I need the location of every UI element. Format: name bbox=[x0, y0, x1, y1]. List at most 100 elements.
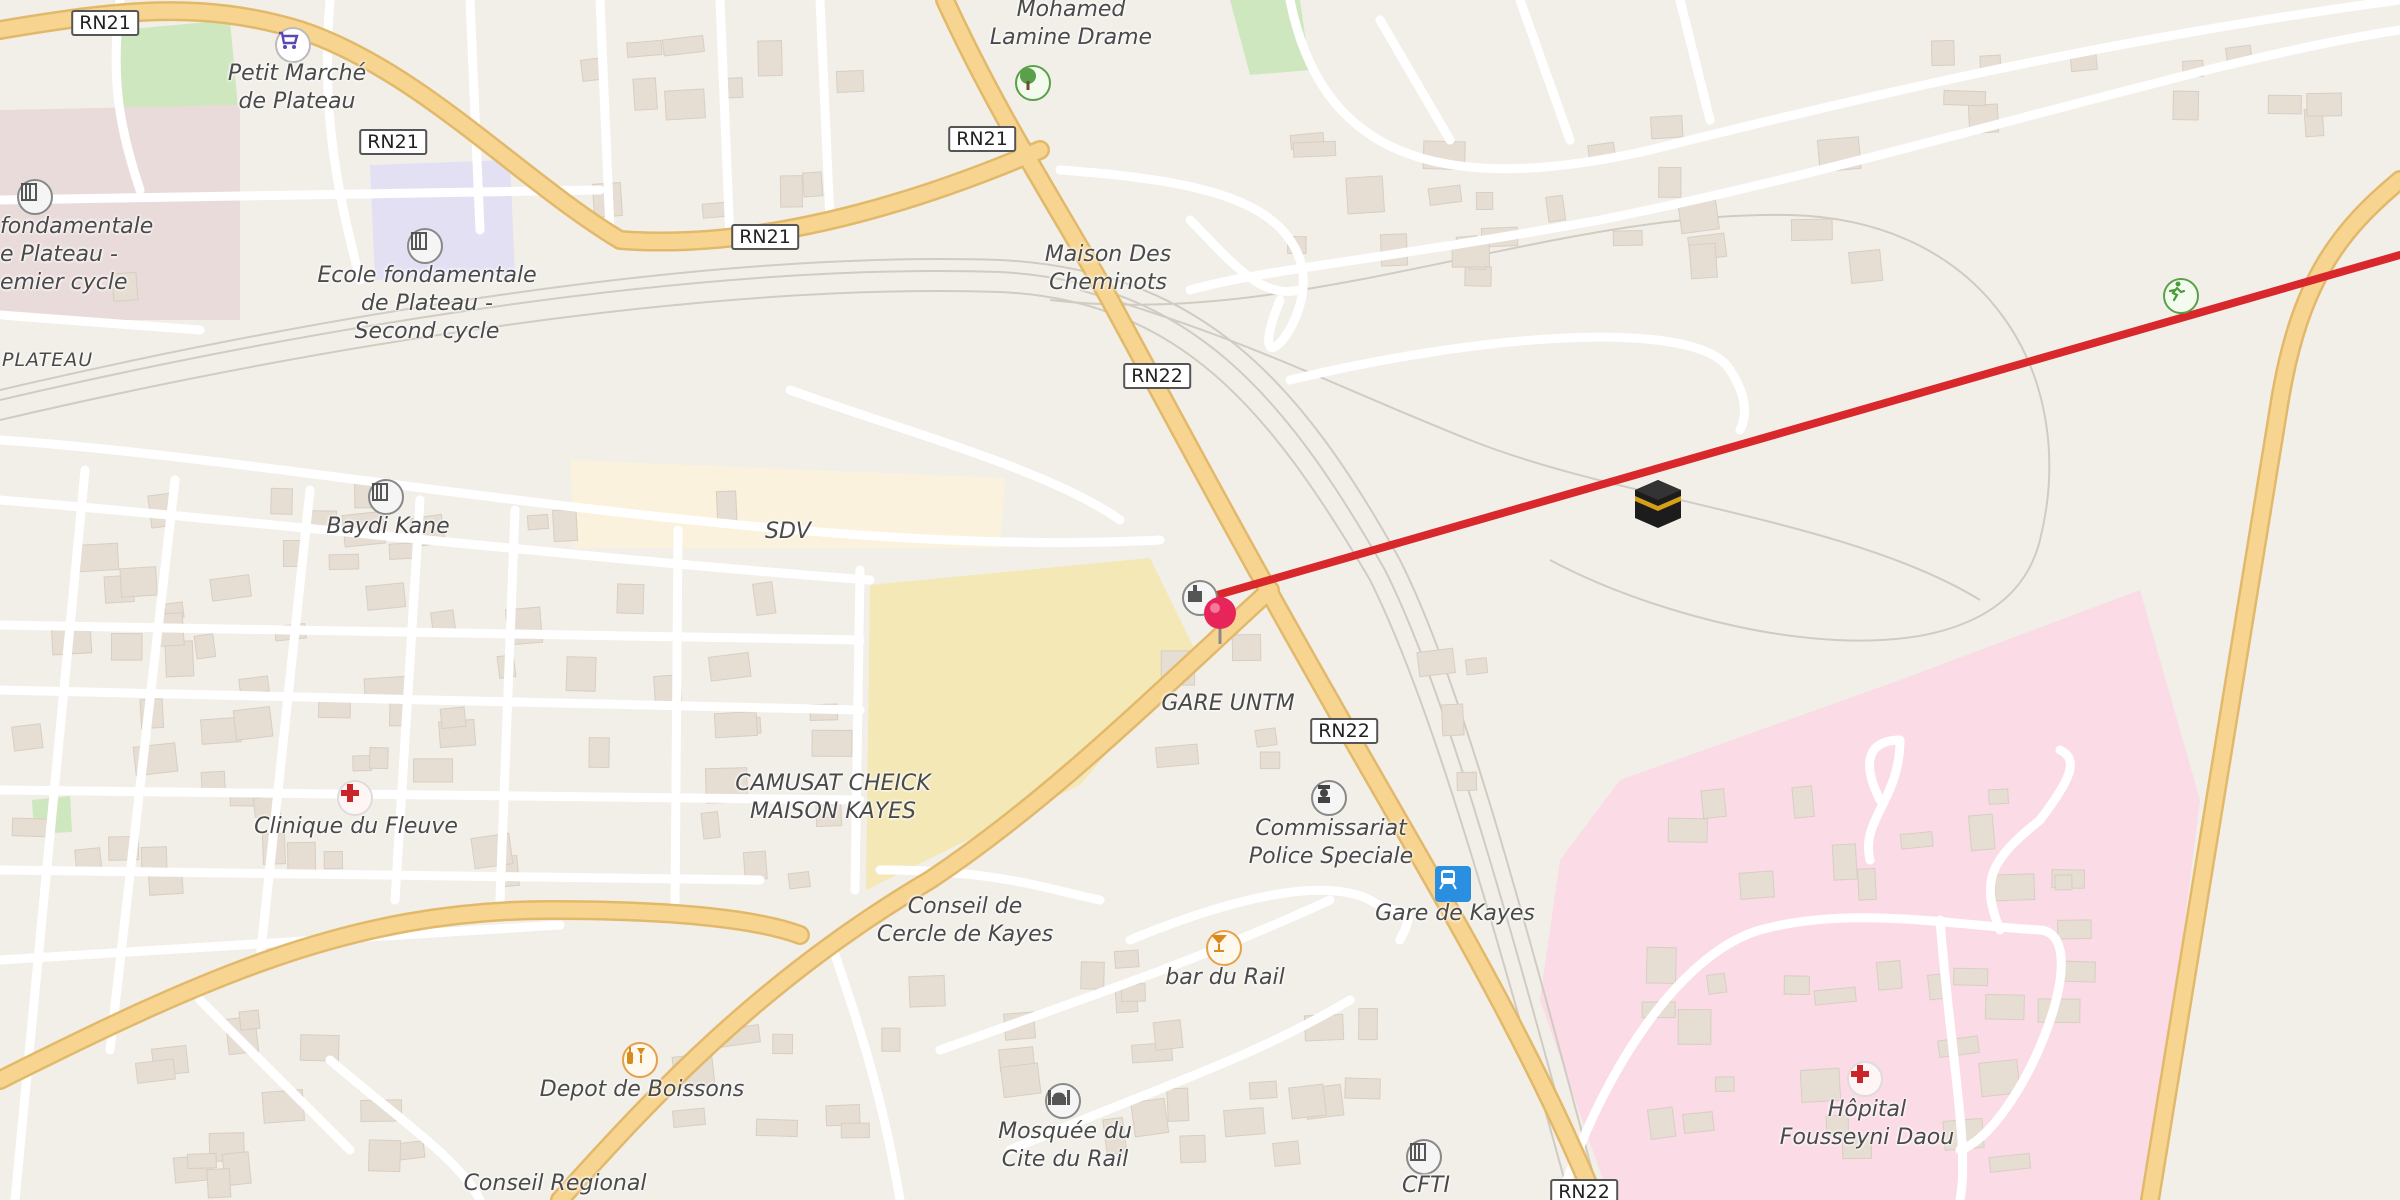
building bbox=[1658, 166, 1682, 198]
building bbox=[787, 870, 811, 890]
road-shield-rn21: RN21 bbox=[359, 129, 427, 155]
building bbox=[707, 651, 752, 682]
building bbox=[881, 1027, 901, 1052]
building bbox=[1783, 975, 1811, 996]
mosque-icon[interactable] bbox=[1045, 1083, 1081, 1119]
building bbox=[715, 490, 738, 523]
building bbox=[565, 656, 597, 692]
building bbox=[751, 581, 777, 617]
building bbox=[1475, 191, 1494, 210]
building bbox=[1899, 831, 1934, 850]
road-shield-rn22: RN22 bbox=[1123, 363, 1191, 389]
running-person-icon[interactable] bbox=[2163, 278, 2199, 314]
police-icon[interactable] bbox=[1311, 780, 1347, 816]
train-station-icon[interactable] bbox=[1435, 866, 1471, 902]
building bbox=[1848, 248, 1884, 285]
building bbox=[119, 566, 158, 598]
building bbox=[1993, 873, 2036, 902]
building bbox=[1080, 961, 1105, 990]
building bbox=[1831, 843, 1858, 881]
building bbox=[1130, 1097, 1170, 1138]
building bbox=[1646, 1106, 1677, 1140]
building bbox=[11, 817, 52, 838]
building bbox=[328, 553, 360, 571]
building bbox=[2172, 90, 2200, 121]
shopping-cart-icon[interactable] bbox=[275, 27, 311, 63]
route-line bbox=[1196, 251, 2400, 604]
label-maison-cheminots: Maison Des Cheminots bbox=[1044, 242, 1172, 295]
building bbox=[1272, 1140, 1301, 1167]
building bbox=[840, 1122, 870, 1139]
label-mohamed-lamine-drame: Mohamed Lamine Drame bbox=[989, 0, 1153, 50]
building bbox=[1791, 785, 1815, 819]
building bbox=[110, 633, 143, 661]
building bbox=[811, 729, 853, 757]
building bbox=[1875, 960, 1903, 991]
school-icon[interactable] bbox=[1406, 1139, 1442, 1175]
building bbox=[2054, 874, 2073, 891]
building bbox=[367, 1139, 402, 1173]
building bbox=[772, 1033, 794, 1055]
bottle-glass-icon[interactable] bbox=[622, 1042, 658, 1078]
building bbox=[1416, 647, 1456, 678]
label-gare-de-kayes: Gare de Kayes bbox=[1375, 901, 1535, 926]
building bbox=[1288, 1083, 1327, 1120]
school-icon[interactable] bbox=[407, 228, 443, 264]
building bbox=[755, 1118, 799, 1138]
building bbox=[1930, 39, 1955, 67]
label-clinique-du-fleuve: Clinique du Fleuve bbox=[254, 814, 458, 839]
building bbox=[757, 40, 783, 77]
building bbox=[801, 171, 824, 198]
building bbox=[1649, 114, 1684, 140]
map-view[interactable]: RN21 RN21 RN21 RN21 RN22 RN22 RN22 Moham… bbox=[0, 0, 2400, 1200]
building bbox=[1688, 242, 1718, 280]
tree-icon[interactable] bbox=[1015, 65, 1051, 101]
label-ecole-second-cycle: Ecole fondamentale de Plateau - Second c… bbox=[317, 263, 537, 344]
building bbox=[1700, 788, 1727, 820]
building bbox=[186, 1152, 217, 1170]
label-gare-untm: GARE UNTM bbox=[1161, 691, 1295, 716]
building bbox=[616, 583, 645, 615]
building bbox=[1179, 1134, 1207, 1164]
building bbox=[661, 34, 706, 57]
building bbox=[1705, 972, 1728, 995]
building bbox=[700, 810, 721, 840]
cocktail-icon[interactable] bbox=[1206, 930, 1242, 966]
school-icon[interactable] bbox=[368, 479, 404, 515]
building bbox=[286, 841, 317, 874]
building bbox=[825, 1103, 861, 1127]
building bbox=[209, 574, 253, 602]
building bbox=[439, 706, 467, 730]
building bbox=[779, 175, 803, 208]
building bbox=[1358, 1007, 1378, 1041]
building bbox=[1464, 656, 1489, 676]
building bbox=[1545, 194, 1567, 223]
label-conseil-regional: Conseil Regional bbox=[463, 1171, 647, 1196]
building bbox=[352, 754, 372, 772]
building bbox=[1987, 788, 2010, 805]
red-cross-icon[interactable] bbox=[1847, 1061, 1883, 1097]
building bbox=[238, 1009, 261, 1031]
sand-area bbox=[866, 558, 1195, 890]
building bbox=[413, 758, 454, 783]
label-ecole-premier-cycle: fondamentale e Plateau - emier cycle bbox=[0, 214, 154, 295]
building bbox=[1682, 1111, 1715, 1134]
school-icon[interactable] bbox=[17, 179, 53, 215]
label-bar-du-rail: bar du Rail bbox=[1165, 965, 1285, 990]
building bbox=[1984, 993, 2025, 1021]
label-petit-marche: Petit Marché de Plateau bbox=[227, 61, 367, 114]
red-cross-icon[interactable] bbox=[337, 780, 373, 816]
road-shield-rn21: RN21 bbox=[731, 224, 799, 250]
building bbox=[664, 88, 706, 121]
building bbox=[1113, 949, 1140, 969]
building bbox=[1154, 743, 1200, 769]
road-shield-rn22: RN22 bbox=[1310, 718, 1378, 744]
label-mosquee: Mosquée du Cite du Rail bbox=[998, 1119, 1132, 1172]
building bbox=[1259, 751, 1281, 770]
building bbox=[1344, 1077, 1381, 1100]
building bbox=[1952, 967, 1989, 987]
building bbox=[232, 706, 274, 741]
building bbox=[365, 582, 407, 611]
building bbox=[323, 851, 344, 870]
building bbox=[77, 542, 120, 573]
